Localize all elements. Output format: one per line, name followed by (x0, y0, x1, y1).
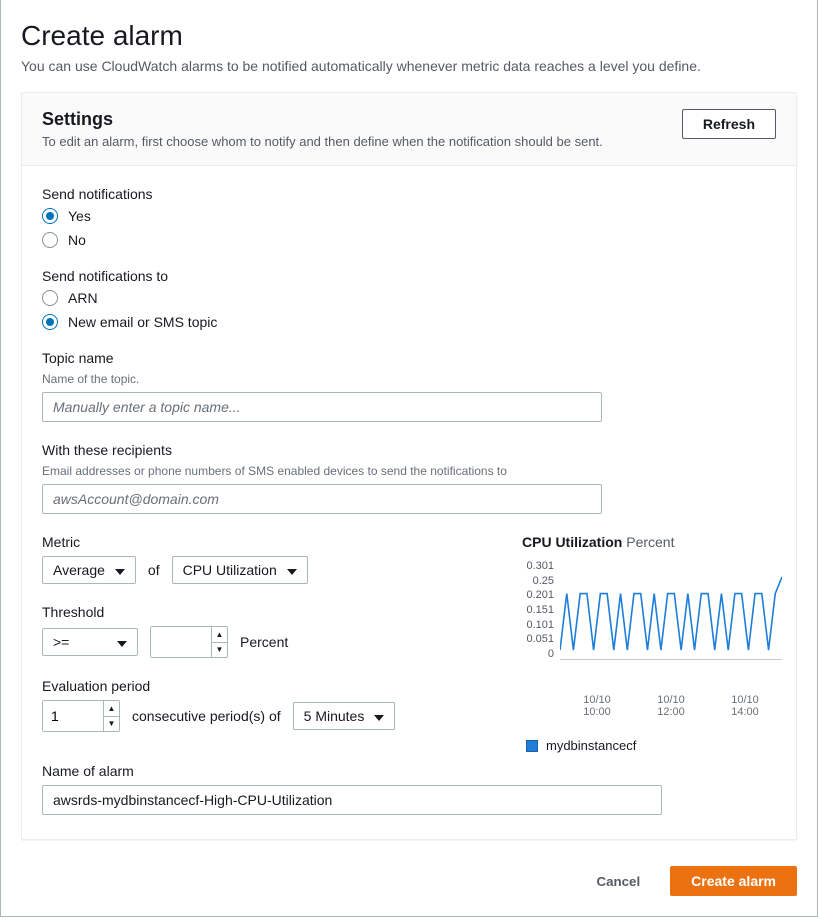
y-tick: 0.101 (526, 619, 554, 631)
radio-input-arn[interactable] (42, 290, 58, 306)
metric-name-select[interactable]: CPU Utilization (172, 556, 308, 584)
chart-unit: Percent (626, 534, 674, 550)
stepper-controls: ▲ ▼ (211, 627, 227, 657)
topic-name-helper: Name of the topic. (42, 372, 776, 386)
metric-of-text: of (148, 562, 160, 578)
radio-input-new-topic[interactable] (42, 314, 58, 330)
evaluation-count-input[interactable] (43, 701, 103, 731)
create-alarm-dialog: Create alarm You can use CloudWatch alar… (0, 0, 818, 917)
caret-down-icon (374, 708, 384, 724)
topic-name-input[interactable] (42, 392, 602, 422)
stepper-down-icon[interactable]: ▼ (212, 643, 227, 658)
page-title: Create alarm (21, 20, 797, 52)
alarm-name-group: Name of alarm (42, 763, 776, 815)
threshold-unit: Percent (240, 634, 288, 650)
topic-name-group: Topic name Name of the topic. (42, 350, 776, 422)
evaluation-label: Evaluation period (42, 678, 482, 694)
metric-stat-select[interactable]: Average (42, 556, 136, 584)
threshold-value-stepper[interactable]: ▲ ▼ (150, 626, 228, 658)
legend-label: mydbinstancecf (546, 738, 636, 753)
y-tick: 0.301 (526, 560, 554, 572)
stepper-controls: ▲ ▼ (103, 701, 119, 731)
panel-header: Settings To edit an alarm, first choose … (22, 93, 796, 166)
page-description: You can use CloudWatch alarms to be noti… (21, 58, 797, 74)
evaluation-period-select[interactable]: 5 Minutes (293, 702, 396, 730)
panel-title: Settings (42, 109, 603, 130)
radio-input-no[interactable] (42, 232, 58, 248)
metric-stat-value: Average (53, 562, 105, 578)
x-tick: 10/1012:00 (634, 694, 708, 718)
radio-send-yes[interactable]: Yes (42, 208, 776, 224)
recipients-group: With these recipients Email addresses or… (42, 442, 776, 514)
threshold-label: Threshold (42, 604, 482, 620)
y-tick: 0.051 (526, 633, 554, 645)
cancel-button[interactable]: Cancel (576, 868, 660, 895)
radio-label-new-topic: New email or SMS topic (68, 314, 217, 330)
threshold-group: Threshold >= ▲ (42, 604, 482, 658)
alarm-name-label: Name of alarm (42, 763, 776, 779)
metric-label: Metric (42, 534, 482, 550)
topic-name-label: Topic name (42, 350, 776, 366)
y-tick: 0 (548, 648, 554, 660)
radio-input-yes[interactable] (42, 208, 58, 224)
panel-subtitle: To edit an alarm, first choose whom to n… (42, 134, 603, 149)
recipients-helper: Email addresses or phone numbers of SMS … (42, 464, 776, 478)
caret-down-icon (287, 562, 297, 578)
metric-name-value: CPU Utilization (183, 562, 277, 578)
metric-group: Metric Average of CPU Utilization (42, 534, 482, 584)
send-to-label: Send notifications to (42, 268, 776, 284)
stepper-down-icon[interactable]: ▼ (104, 717, 119, 732)
create-alarm-button[interactable]: Create alarm (670, 866, 797, 896)
send-notifications-label: Send notifications (42, 186, 776, 202)
threshold-operator-value: >= (53, 634, 69, 650)
recipients-input[interactable] (42, 484, 602, 514)
stepper-up-icon[interactable]: ▲ (104, 701, 119, 717)
caret-down-icon (117, 634, 127, 650)
x-tick: 10/1010:00 (560, 694, 634, 718)
caret-down-icon (115, 562, 125, 578)
chart-y-axis: 0.301 0.25 0.201 0.151 0.101 0.051 0 (522, 560, 560, 660)
alarm-name-input[interactable] (42, 785, 662, 815)
y-tick: 0.201 (526, 589, 554, 601)
y-tick: 0.25 (533, 575, 554, 587)
evaluation-period-value: 5 Minutes (304, 708, 365, 724)
radio-send-no[interactable]: No (42, 232, 776, 248)
radio-label-no: No (68, 232, 86, 248)
cpu-utilization-chart: CPU Utilization Percent 0.3010.250.2010.… (522, 534, 782, 753)
send-to-group: Send notifications to ARN New email or S… (42, 268, 776, 330)
chart-legend: mydbinstancecf (526, 738, 782, 753)
settings-panel: Settings To edit an alarm, first choose … (21, 92, 797, 840)
threshold-value-input[interactable] (151, 627, 211, 657)
dialog-footer: Cancel Create alarm (21, 860, 797, 896)
stepper-up-icon[interactable]: ▲ (212, 627, 227, 643)
x-tick: 10/1014:00 (708, 694, 782, 718)
evaluation-periods-text: consecutive period(s) of (132, 708, 281, 724)
chart-title: CPU Utilization (522, 534, 622, 550)
y-tick: 0.151 (526, 604, 554, 616)
radio-new-topic[interactable]: New email or SMS topic (42, 314, 776, 330)
chart-plot-area (560, 560, 782, 660)
recipients-label: With these recipients (42, 442, 776, 458)
legend-swatch-icon (526, 740, 538, 752)
radio-label-arn: ARN (68, 290, 98, 306)
send-notifications-group: Send notifications Yes No (42, 186, 776, 248)
threshold-operator-select[interactable]: >= (42, 628, 138, 656)
evaluation-count-stepper[interactable]: ▲ ▼ (42, 700, 120, 732)
radio-arn[interactable]: ARN (42, 290, 776, 306)
radio-label-yes: Yes (68, 208, 91, 224)
chart-x-axis: 10/1010:0010/1012:0010/1014:00 (560, 694, 782, 718)
refresh-button[interactable]: Refresh (682, 109, 776, 139)
evaluation-group: Evaluation period ▲ ▼ consecutive period… (42, 678, 482, 732)
